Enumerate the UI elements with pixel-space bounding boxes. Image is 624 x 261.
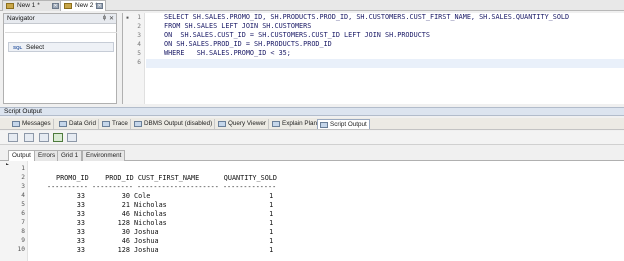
sql-file-icon — [64, 3, 72, 9]
export-icon[interactable] — [53, 133, 63, 142]
table-row: 33 46 Nicholas 1 — [44, 210, 274, 218]
tab-label: Query Viewer — [228, 120, 267, 127]
sql-line: WHERE SH.SALES.PROMO_ID < 35; — [164, 49, 291, 57]
tab-new-1[interactable]: New 1 * ✕ — [2, 0, 62, 11]
navigator-item-select[interactable]: SQL Select — [8, 42, 114, 52]
line-number-gutter: ▪ 1 2 3 4 5 6 — [123, 13, 145, 104]
line-number: 7 — [21, 219, 25, 226]
result-separator: ---------- ---------- ------------------… — [47, 183, 277, 191]
current-line-highlight — [146, 59, 624, 68]
tab-messages[interactable]: Messages — [10, 119, 54, 129]
document-tab-bar: New 1 * ✕ New 2 * ✕ — [0, 0, 624, 11]
navigator-filter[interactable] — [5, 25, 117, 33]
sql-line: ON SH.SALES.PROD_ID = SH.PRODUCTS.PROD_I… — [164, 40, 332, 48]
line-number: 10 — [17, 246, 25, 253]
close-icon[interactable]: ✕ — [52, 3, 59, 9]
line-number: 3 — [137, 32, 141, 39]
table-row: 33 128 Joshua 1 — [44, 246, 274, 254]
tab-label: Trace — [112, 120, 128, 127]
table-row: 33 21 Nicholas 1 — [44, 201, 274, 209]
tab-trace[interactable]: Trace — [100, 119, 131, 129]
collapse-icon[interactable]: ▪ — [126, 15, 129, 21]
tab-query-viewer[interactable]: Query Viewer — [216, 119, 270, 129]
output-tab-strip: Messages Data Grid Trace DBMS Output (di… — [0, 118, 624, 130]
dbms-output-icon — [134, 121, 142, 127]
eraser-icon[interactable] — [24, 133, 34, 142]
table-row: 33 30 Joshua 1 — [44, 228, 274, 236]
tab-output[interactable]: Output — [8, 150, 35, 161]
line-number: 9 — [21, 237, 25, 244]
tab-script-output[interactable]: Script Output — [317, 119, 370, 129]
explain-plan-icon — [272, 121, 280, 127]
line-number: 5 — [137, 50, 141, 57]
tab-new-2-label: New 2 * — [75, 2, 98, 9]
tab-label: Explain Plan — [282, 120, 318, 127]
line-number: 8 — [21, 228, 25, 235]
table-row: 33 46 Joshua 1 — [44, 237, 274, 245]
messages-icon — [12, 121, 20, 127]
pin-icon[interactable]: ɸ — [103, 15, 106, 21]
sql-line: FROM SH.SALES LEFT JOIN SH.CUSTOMERS — [164, 22, 312, 30]
line-number: 4 — [21, 192, 25, 199]
script-output-text[interactable]: 1 2 3 4 5 6 7 8 9 10 PROMO_ID PROD_ID CU… — [0, 161, 624, 261]
tab-new-1-label: New 1 * — [17, 2, 40, 9]
navigator-panel: Navigator ɸ ✕ SQL Select — [3, 13, 117, 104]
line-number: 6 — [137, 59, 141, 66]
sql-icon: SQL — [13, 45, 23, 50]
grid-icon — [59, 121, 67, 127]
mouse-pointer-icon — [6, 163, 9, 165]
sql-line: ON SH.SALES.CUST_ID = SH.CUSTOMERS.CUST_… — [164, 31, 430, 39]
close-icon[interactable]: ✕ — [109, 15, 114, 22]
navigator-item-label: Select — [26, 44, 45, 51]
tab-explain-plan[interactable]: Explain Plan — [270, 119, 321, 129]
trace-icon — [102, 121, 110, 127]
result-header: PROMO_ID PROD_ID CUST_FIRST_NAME QUANTIT… — [56, 174, 277, 182]
save-icon[interactable] — [39, 133, 49, 142]
output-toolbar — [0, 131, 624, 145]
table-row: 33 128 Nicholas 1 — [44, 219, 274, 227]
navigator-header: Navigator ɸ ✕ — [4, 14, 116, 24]
tab-new-2[interactable]: New 2 * ✕ — [60, 0, 106, 11]
output-line-gutter: 1 2 3 4 5 6 7 8 9 10 — [0, 161, 28, 261]
tab-label: Messages — [22, 120, 51, 127]
result-tab-bar: Output Errors Grid 1 Environment — [0, 149, 624, 161]
line-number: 2 — [137, 23, 141, 30]
line-number: 2 — [21, 174, 25, 181]
line-number: 3 — [21, 183, 25, 190]
table-row: 33 30 Cole 1 — [44, 192, 274, 200]
tab-dbms-output[interactable]: DBMS Output (disabled) — [132, 119, 216, 129]
sql-file-icon — [6, 3, 14, 9]
tab-grid-1[interactable]: Grid 1 — [57, 150, 83, 161]
tab-label: Script Output — [330, 121, 367, 128]
line-number: 6 — [21, 210, 25, 217]
pin-icon[interactable] — [8, 133, 18, 142]
tab-label: Data Grid — [69, 120, 96, 127]
line-number: 5 — [21, 201, 25, 208]
line-number: 4 — [137, 41, 141, 48]
navigator-title: Navigator — [7, 15, 35, 22]
sql-line: SELECT SH.SALES.PROMO_ID, SH.PRODUCTS.PR… — [164, 13, 570, 21]
close-icon[interactable]: ✕ — [96, 3, 103, 9]
tab-label: DBMS Output (disabled) — [144, 120, 213, 127]
line-number: 1 — [21, 165, 25, 172]
tab-data-grid[interactable]: Data Grid — [57, 119, 99, 129]
query-viewer-icon — [218, 121, 226, 127]
line-number: 1 — [137, 14, 141, 21]
tab-environment[interactable]: Environment — [82, 150, 126, 161]
script-output-icon — [320, 122, 328, 128]
script-output-header: Script Output — [0, 107, 624, 116]
tab-errors[interactable]: Errors — [34, 150, 60, 161]
sql-editor[interactable]: ▪ 1 2 3 4 5 6 SELECT SH.SALES.PROMO_ID, … — [122, 13, 624, 104]
print-icon[interactable] — [67, 133, 77, 142]
script-output-title: Script Output — [4, 108, 42, 115]
